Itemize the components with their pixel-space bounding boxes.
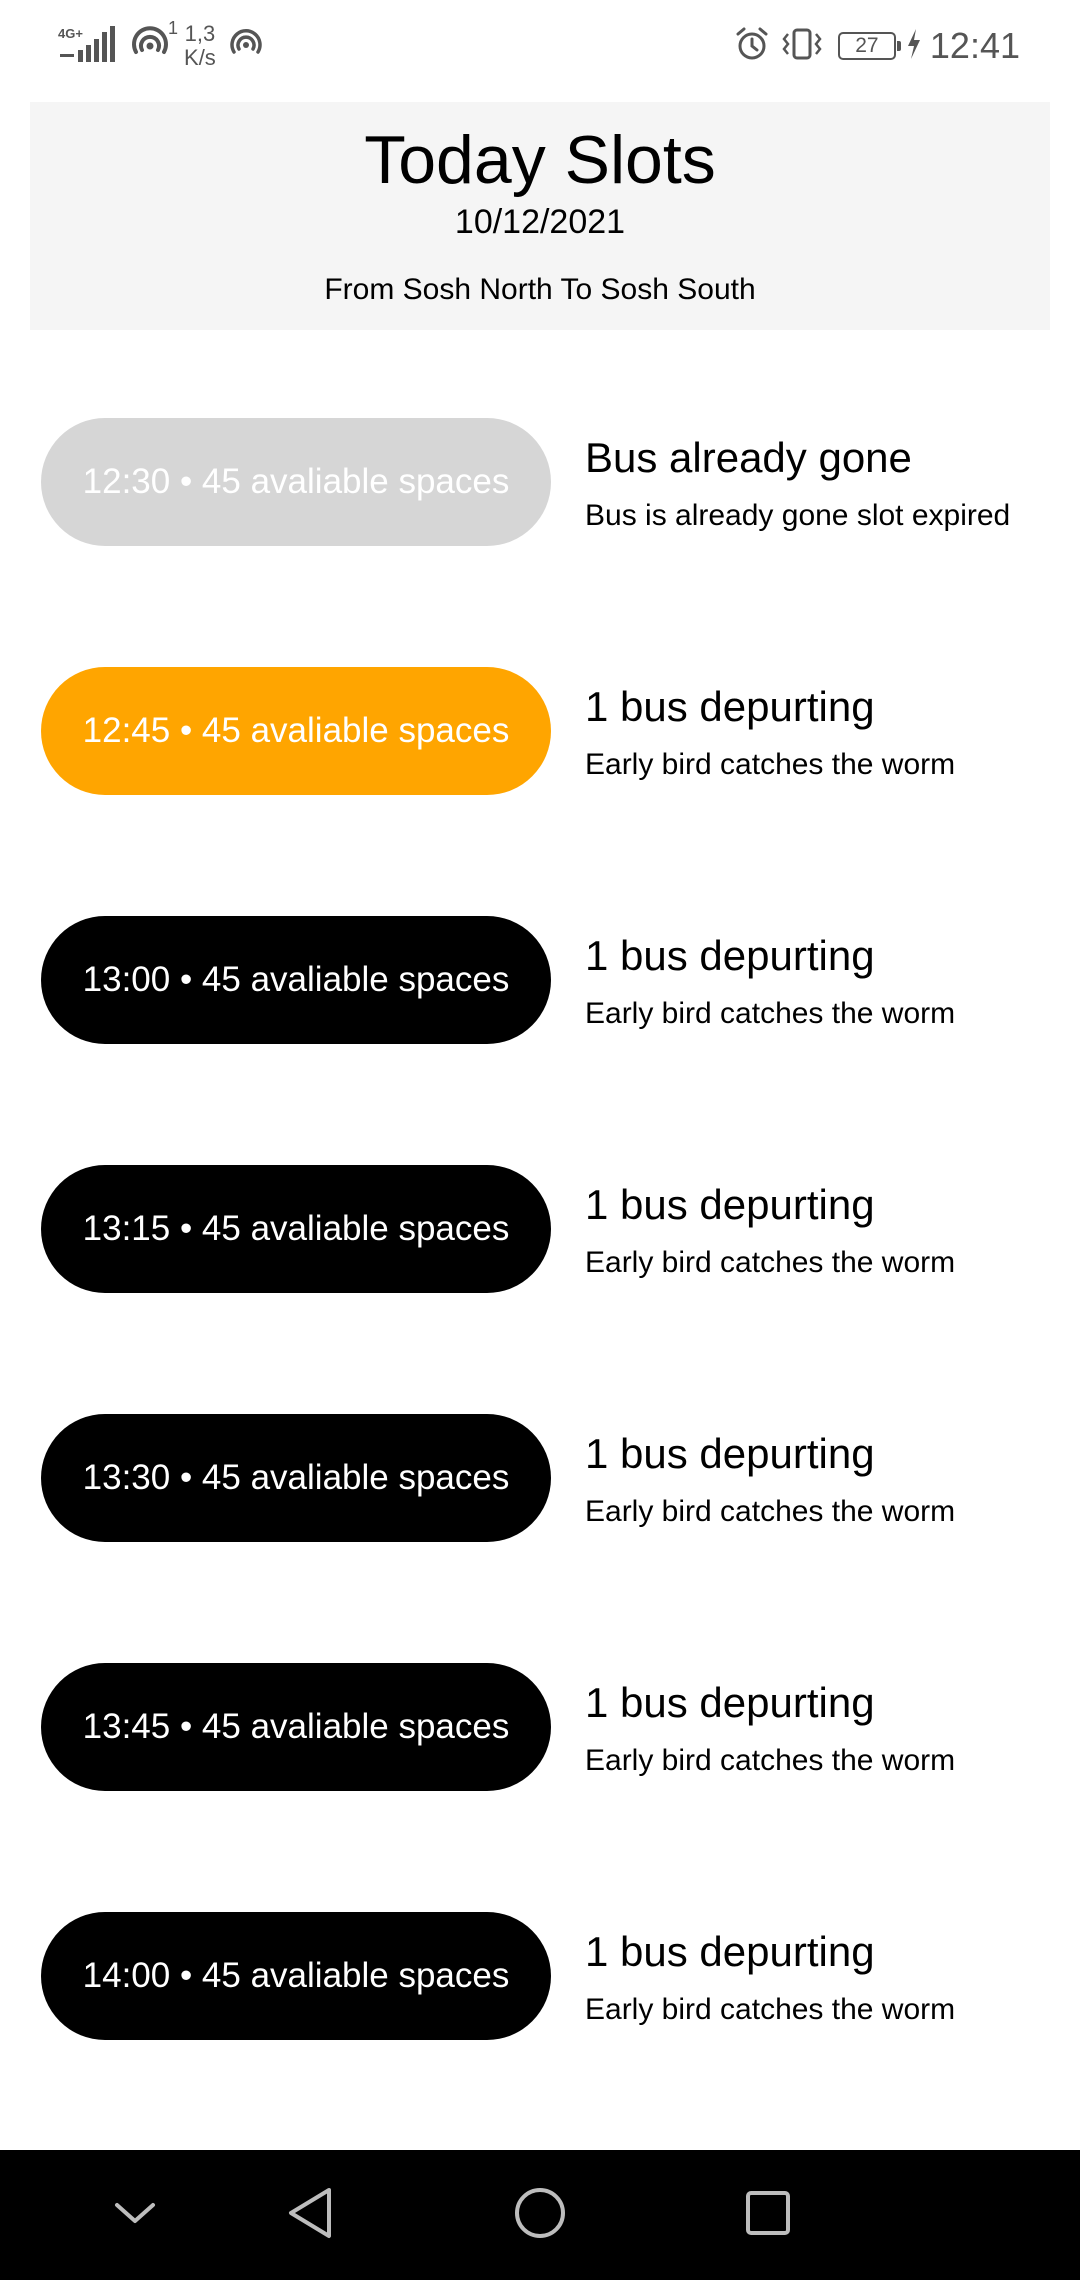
home-button[interactable] [500,2150,580,2280]
recents-button[interactable] [728,2150,808,2280]
navigation-bar [0,2150,1080,2280]
slot-button[interactable]: 14:00 • 45 avaliable spaces [41,1912,551,2040]
page-title: Today Slots [364,122,716,198]
hotspot-icon [228,26,264,67]
route-label: From Sosh North To Sosh South [324,273,756,306]
slot-row: 14:00 • 45 avaliable spaces 1 bus depurt… [0,1824,1080,2073]
slot-button[interactable]: 13:30 • 45 avaliable spaces [41,1414,551,1542]
slot-button[interactable]: 13:15 • 45 avaliable spaces [41,1165,551,1293]
hide-nav-button[interactable] [95,2150,175,2280]
status-bar-left: 4G+ 1 1,3 K/s [58,0,264,92]
slot-subtitle: Early bird catches the worm [585,1744,956,1777]
slot-subtitle: Early bird catches the worm [585,997,956,1030]
slot-subtitle: Early bird catches the worm [585,1246,956,1279]
slot-title: 1 bus depurting [585,932,875,979]
status-bar-right: 27 12:41 [734,0,1020,92]
network-speed-unit: K/s [184,45,216,70]
slot-subtitle: Early bird catches the worm [585,1495,956,1528]
slot-title: 1 bus depurting [585,683,875,730]
vibrate-icon [780,26,824,67]
slot-row: 12:45 • 45 avaliable spaces 1 bus depurt… [0,579,1080,828]
slot-title: 1 bus depurting [585,1430,875,1477]
chevron-down-icon [113,2200,157,2231]
slot-row: 13:00 • 45 avaliable spaces 1 bus depurt… [0,828,1080,1077]
charging-icon [906,28,922,64]
slot-subtitle: Bus is already gone slot expired [585,499,1011,532]
screen: 4G+ 1 1,3 K/s 27 12:41 Today Slots 10/12… [0,0,1080,2280]
back-icon [285,2186,335,2245]
slot-row: 13:30 • 45 avaliable spaces 1 bus depurt… [0,1326,1080,1575]
slot-subtitle: Early bird catches the worm [585,1993,956,2026]
slot-button[interactable]: 12:45 • 45 avaliable spaces [41,667,551,795]
network-speed-value: 1,3 [184,21,216,46]
signal-icon: 4G+ [58,24,118,69]
slot-title: 1 bus depurting [585,1928,875,1975]
alarm-icon [734,26,770,67]
header-card: Today Slots 10/12/2021 From Sosh North T… [30,102,1050,330]
slot-button[interactable]: 13:45 • 45 avaliable spaces [41,1663,551,1791]
page-date: 10/12/2021 [454,203,626,241]
slot-subtitle: Early bird catches the worm [585,748,956,781]
slot-row: 12:30 • 45 avaliable spaces Bus already … [0,330,1080,579]
battery-level: 27 [855,34,879,57]
status-bar: 4G+ 1 1,3 K/s 27 12:41 [0,0,1080,92]
slot-title: 1 bus depurting [585,1181,875,1228]
network-type-label: 4G+ [58,26,83,41]
slot-button[interactable]: 12:30 • 45 avaliable spaces [41,418,551,546]
wifi-badge: 1 [168,17,179,38]
network-speed: 1,3 K/s [184,22,216,70]
slot-row: 13:45 • 45 avaliable spaces 1 bus depurt… [0,1575,1080,1824]
status-time: 12:41 [929,25,1020,66]
slot-title: Bus already gone [585,434,912,481]
slot-title: 1 bus depurting [585,1679,875,1726]
home-icon [513,2186,567,2245]
slot-button[interactable]: 13:00 • 45 avaliable spaces [41,916,551,1044]
recents-icon [744,2189,792,2242]
back-button[interactable] [270,2150,350,2280]
wifi-icon [130,24,170,69]
battery-icon: 27 [837,32,901,60]
slot-row: 13:15 • 45 avaliable spaces 1 bus depurt… [0,1077,1080,1326]
